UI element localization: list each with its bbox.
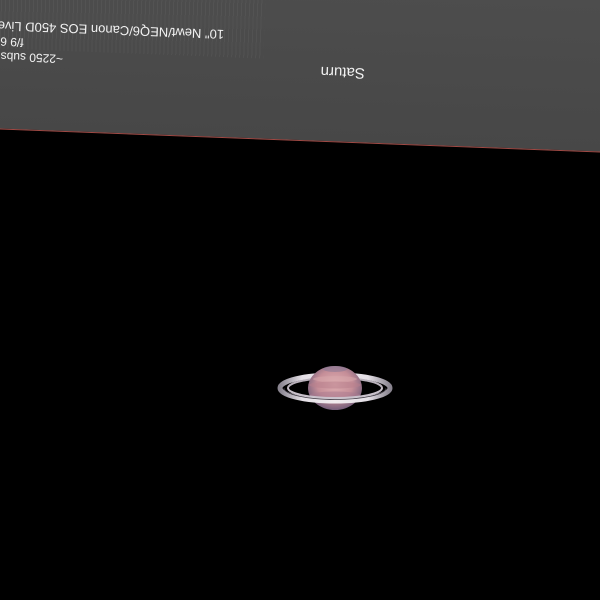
subframes-caption: ~2250 subs: [0, 49, 64, 66]
focal-ratio-caption: f/9 6: [0, 34, 24, 50]
equipment-caption: 10" Newt/NEQ6/Canon EOS 450D Liveview: [0, 17, 225, 42]
astrophotography-image: 10" Newt/NEQ6/Canon EOS 450D Liveview f/…: [0, 0, 600, 600]
saturn-graphic: [277, 366, 393, 410]
caption-panel: 10" Newt/NEQ6/Canon EOS 450D Liveview f/…: [0, 0, 600, 154]
saturn-planet: [270, 355, 400, 425]
object-title: Saturn: [320, 62, 366, 82]
